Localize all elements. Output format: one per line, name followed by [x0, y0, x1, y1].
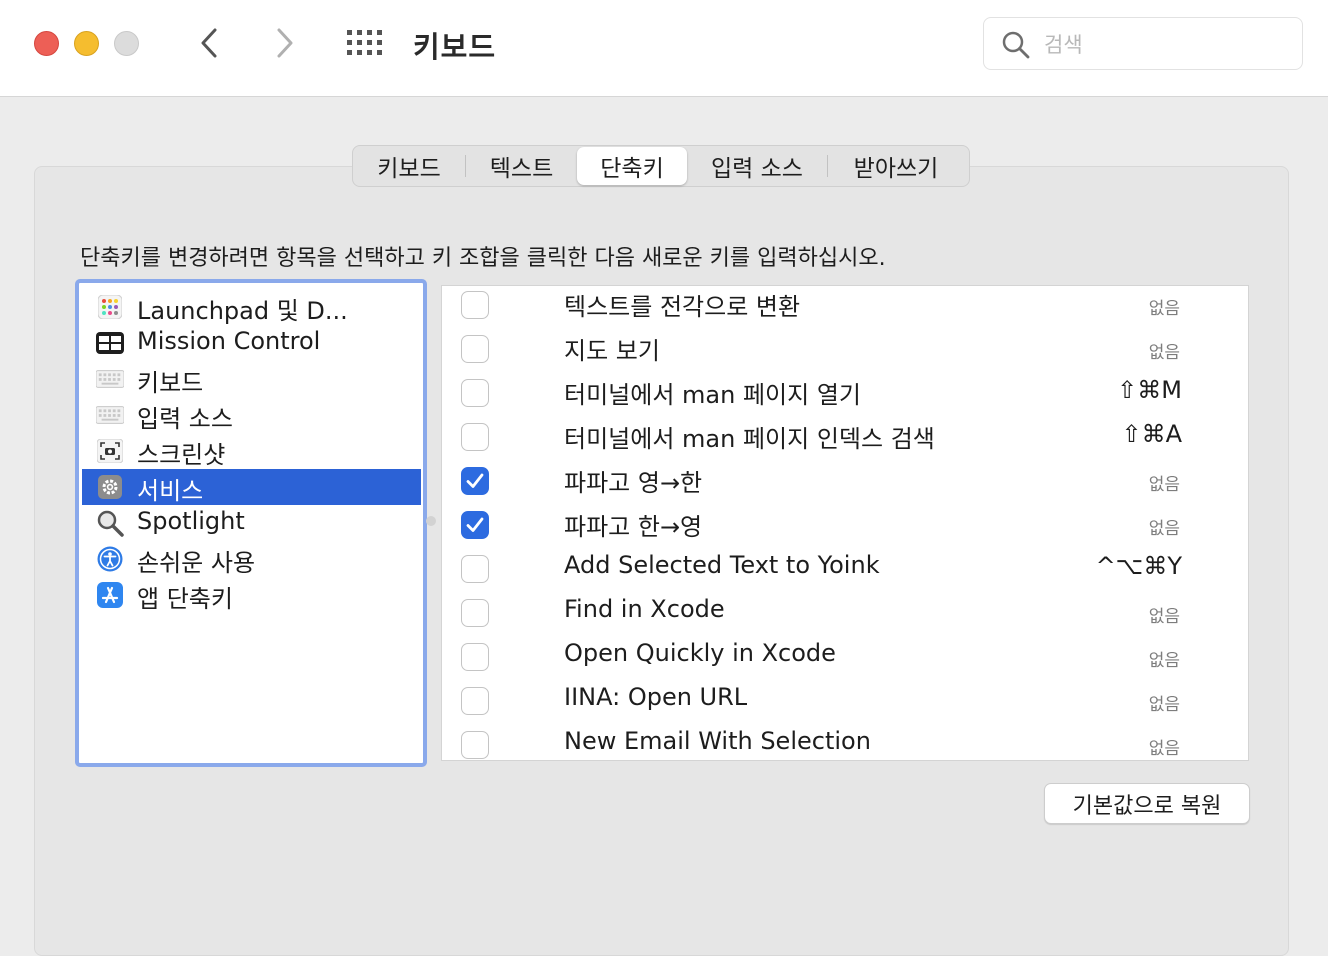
shortcut-checkbox[interactable]: [461, 511, 489, 539]
minimize-window-button[interactable]: [74, 31, 99, 56]
shortcut-name: 파파고 영→한: [564, 469, 703, 497]
category-label: 스크린샷: [137, 441, 226, 469]
chevron-left-icon: [201, 28, 217, 58]
tab-dictation[interactable]: 받아쓰기: [828, 147, 964, 185]
category-label: 키보드: [137, 369, 204, 397]
shortcut-row[interactable]: Find in Xcode 없음: [442, 594, 1248, 638]
tab-input-sources[interactable]: 입력 소스: [687, 147, 827, 185]
tab-shortcuts[interactable]: 단축키: [577, 147, 687, 185]
tab-keyboard[interactable]: 키보드: [353, 147, 465, 185]
shortcut-row[interactable]: 터미널에서 man 페이지 인덱스 검색 ⇧⌘A: [442, 418, 1248, 462]
close-window-button[interactable]: [34, 31, 59, 56]
input-source-icon: [96, 402, 124, 428]
shortcut-checkbox[interactable]: [461, 555, 489, 583]
grid-icon: [347, 30, 382, 55]
shortcut-name: IINA: Open URL: [564, 683, 748, 711]
category-label: Launchpad 및 D...: [137, 297, 348, 325]
tab-text[interactable]: 텍스트: [466, 147, 577, 185]
shortcut-name: Find in Xcode: [564, 595, 725, 623]
shortcut-list[interactable]: 텍스트를 전각으로 변환 없음 지도 보기 없음 터미널에서 man 페이지 열…: [441, 285, 1249, 761]
category-label: 앱 단축키: [137, 585, 233, 613]
shortcut-key[interactable]: 없음: [1149, 470, 1180, 495]
tab-bar: 키보드 텍스트 단축키 입력 소스 받아쓰기: [352, 145, 970, 187]
category-item-input-sources[interactable]: 입력 소스: [82, 397, 421, 433]
category-label: Spotlight: [137, 507, 245, 535]
screenshot-icon: [96, 438, 124, 464]
launchpad-icon: [96, 294, 124, 320]
keyboard-icon: [96, 366, 124, 392]
category-item-keyboard[interactable]: 키보드: [82, 361, 421, 397]
shortcut-name: 파파고 한→영: [564, 513, 703, 541]
shortcut-name: 텍스트를 전각으로 변환: [564, 293, 801, 321]
title-bar: 키보드: [0, 0, 1328, 97]
forward-button[interactable]: [270, 26, 300, 60]
shortcut-checkbox[interactable]: [461, 731, 489, 759]
show-all-button[interactable]: [346, 29, 384, 57]
category-item-spotlight[interactable]: Spotlight: [82, 505, 421, 541]
category-label: 서비스: [137, 477, 204, 505]
category-item-screenshots[interactable]: 스크린샷: [82, 433, 421, 469]
category-item-mission-control[interactable]: Mission Control: [82, 325, 421, 361]
checkmark-icon: [466, 517, 484, 532]
shortcut-name: Open Quickly in Xcode: [564, 639, 836, 667]
app-store-icon: [96, 582, 124, 608]
shortcut-row[interactable]: Open Quickly in Xcode 없음: [442, 638, 1248, 682]
chevron-right-icon: [277, 28, 293, 58]
shortcut-checkbox[interactable]: [461, 467, 489, 495]
shortcut-row[interactable]: 지도 보기 없음: [442, 330, 1248, 374]
shortcut-name: New Email With Selection: [564, 727, 871, 755]
category-item-launchpad[interactable]: Launchpad 및 D...: [82, 289, 421, 325]
zoom-window-button[interactable]: [114, 31, 139, 56]
accessibility-icon: [96, 546, 124, 572]
shortcut-key[interactable]: 없음: [1149, 690, 1180, 715]
mission-control-icon: [96, 330, 124, 356]
shortcut-key[interactable]: 없음: [1149, 514, 1180, 539]
shortcut-row[interactable]: 터미널에서 man 페이지 열기 ⇧⌘M: [442, 374, 1248, 418]
shortcut-checkbox[interactable]: [461, 379, 489, 407]
back-button[interactable]: [194, 26, 224, 60]
instruction-text: 단축키를 변경하려면 항목을 선택하고 키 조합을 클릭한 다음 새로운 키를 …: [80, 246, 886, 271]
window-title: 키보드: [413, 30, 497, 64]
shortcut-key[interactable]: 없음: [1149, 602, 1180, 627]
shortcut-checkbox[interactable]: [461, 643, 489, 671]
shortcut-row[interactable]: 텍스트를 전각으로 변환 없음: [442, 286, 1248, 330]
shortcut-row[interactable]: IINA: Open URL 없음: [442, 682, 1248, 726]
shortcut-name: 터미널에서 man 페이지 열기: [564, 381, 861, 409]
shortcut-key[interactable]: 없음: [1149, 646, 1180, 671]
search-icon: [1002, 31, 1030, 59]
shortcut-name: Add Selected Text to Yoink: [564, 551, 880, 579]
shortcut-row[interactable]: 파파고 영→한 없음: [442, 462, 1248, 506]
category-label: 손쉬운 사용: [137, 549, 256, 577]
shortcut-checkbox[interactable]: [461, 423, 489, 451]
shortcut-checkbox[interactable]: [461, 687, 489, 715]
shortcut-key[interactable]: 없음: [1149, 734, 1180, 759]
restore-defaults-button[interactable]: 기본값으로 복원: [1044, 783, 1250, 824]
category-label: Mission Control: [137, 327, 321, 355]
shortcut-checkbox[interactable]: [461, 291, 489, 319]
shortcut-key[interactable]: ⇧⌘A: [1121, 420, 1182, 448]
shortcut-checkbox[interactable]: [461, 599, 489, 627]
shortcut-key[interactable]: 없음: [1149, 294, 1180, 319]
search-field[interactable]: [983, 17, 1303, 70]
category-item-services[interactable]: 서비스: [82, 469, 421, 505]
category-item-accessibility[interactable]: 손쉬운 사용: [82, 541, 421, 577]
category-label: 입력 소스: [137, 405, 233, 433]
gear-icon: [96, 474, 124, 500]
shortcut-checkbox[interactable]: [461, 335, 489, 363]
shortcut-row[interactable]: 파파고 한→영 없음: [442, 506, 1248, 550]
category-list[interactable]: Launchpad 및 D... Mission Control 키보드 입력 …: [75, 279, 427, 767]
split-view-divider-handle[interactable]: [426, 516, 436, 526]
magnifier-icon: [96, 510, 124, 537]
shortcut-key[interactable]: ⇧⌘M: [1117, 376, 1182, 404]
shortcut-row[interactable]: Add Selected Text to Yoink ^⌥⌘Y: [442, 550, 1248, 594]
checkmark-icon: [466, 473, 484, 488]
search-input[interactable]: [1042, 28, 1286, 62]
shortcut-name: 터미널에서 man 페이지 인덱스 검색: [564, 425, 935, 453]
shortcut-key[interactable]: ^⌥⌘Y: [1096, 552, 1182, 580]
category-item-app-shortcuts[interactable]: 앱 단축키: [82, 577, 421, 613]
shortcut-key[interactable]: 없음: [1149, 338, 1180, 363]
shortcut-row[interactable]: New Email With Selection 없음: [442, 726, 1248, 760]
shortcut-name: 지도 보기: [564, 337, 660, 365]
